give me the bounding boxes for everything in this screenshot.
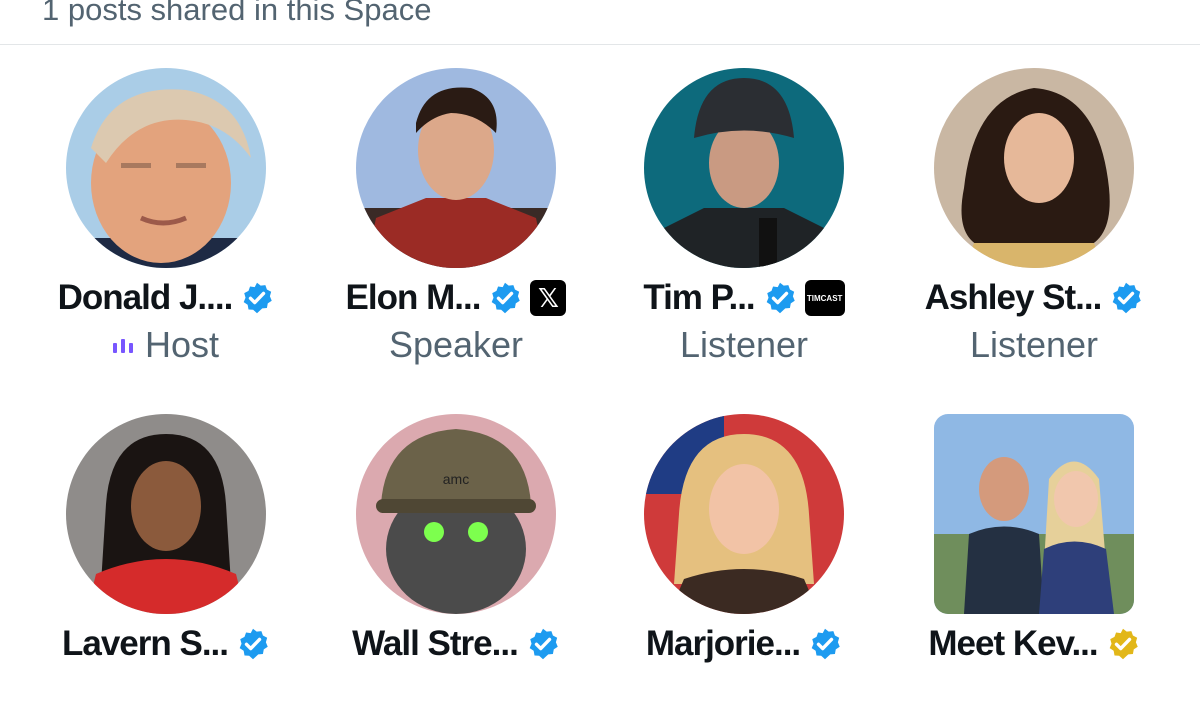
speaking-indicator-icon — [112, 337, 133, 353]
verified-badge-icon[interactable] — [526, 627, 560, 661]
participant-role: Listener — [969, 324, 1099, 365]
participant-card-8[interactable]: Meet Kev... — [914, 414, 1200, 714]
avatar[interactable] — [644, 68, 844, 268]
participant-name: Lavern S... — [61, 624, 229, 663]
affiliation-x-icon[interactable]: 𝕏 — [530, 280, 567, 316]
participant-card-4[interactable]: Ashley St... Listener — [914, 68, 1200, 368]
participant-card-1[interactable]: Donald J.... Host — [46, 68, 336, 368]
participant-name: Donald J.... — [57, 278, 234, 317]
participant-card-5[interactable]: Lavern S... — [46, 414, 336, 714]
participant-role: Listener — [679, 324, 809, 365]
avatar[interactable] — [934, 68, 1134, 268]
verified-badge-icon[interactable] — [236, 627, 270, 661]
verified-badge-gold-icon[interactable] — [1106, 627, 1140, 661]
participant-name: Wall Stre... — [352, 624, 519, 663]
amc-logo-text: amc — [443, 471, 469, 487]
verified-badge-icon[interactable] — [763, 281, 797, 315]
participant-card-2[interactable]: Elon M... 𝕏 Speaker — [336, 68, 626, 368]
avatar[interactable] — [356, 68, 556, 268]
participant-name: Marjorie... — [645, 624, 801, 663]
affiliation-timcast-icon[interactable]: TIMCAST — [804, 280, 845, 316]
space-posts-header[interactable]: 1 posts shared in this Space — [0, 0, 1200, 45]
verified-badge-icon[interactable] — [808, 627, 842, 661]
participant-card-7[interactable]: Marjorie... — [624, 414, 914, 714]
avatar[interactable] — [66, 68, 266, 268]
avatar[interactable] — [644, 414, 844, 614]
participant-name: Meet Kev... — [928, 624, 1098, 663]
participant-name: Ashley St... — [924, 278, 1103, 317]
participant-role: Host — [144, 324, 220, 365]
avatar[interactable]: amc — [356, 414, 556, 614]
avatar[interactable] — [934, 414, 1134, 614]
participant-card-6[interactable]: amc Wall Stre... — [336, 414, 626, 714]
participant-card-3[interactable]: Tim P... TIMCAST Listener — [624, 68, 914, 368]
verified-badge-icon[interactable] — [240, 281, 274, 315]
participant-name: Tim P... — [643, 278, 755, 317]
verified-badge-icon[interactable] — [488, 281, 522, 315]
participant-role: Speaker — [388, 324, 524, 365]
participant-name: Elon M... — [345, 278, 482, 317]
posts-shared-label: 1 posts shared in this Space — [42, 0, 432, 27]
verified-badge-icon[interactable] — [1109, 281, 1143, 315]
avatar[interactable] — [66, 414, 266, 614]
